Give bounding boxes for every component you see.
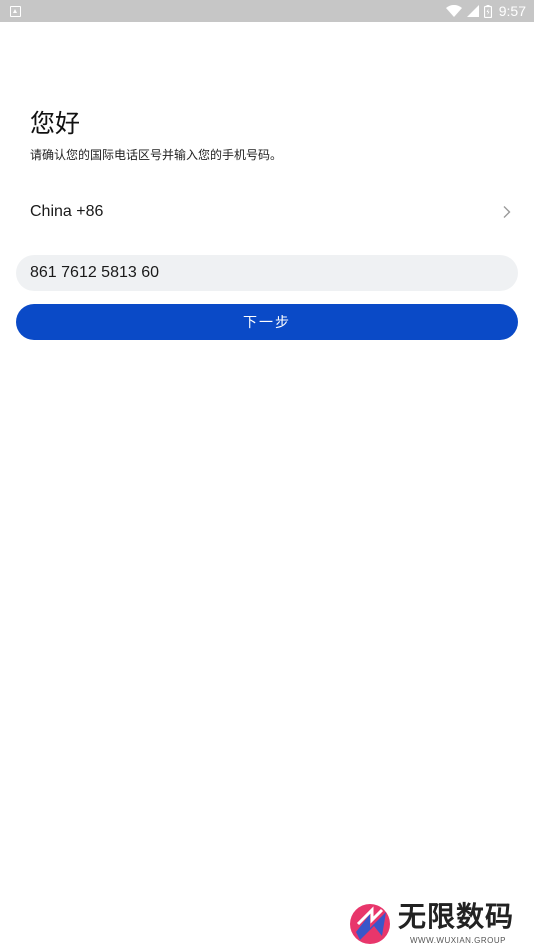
notification-icon [10,5,21,17]
status-bar: 9:57 [0,0,534,22]
next-step-button[interactable]: 下一步 [16,304,518,340]
watermark: 无限数码 WWW.WUXIAN.GROUP [348,900,528,948]
wifi-icon [445,5,462,17]
page-subtitle: 请确认您的国际电话区号并输入您的手机号码。 [30,148,283,162]
battery-icon [483,4,492,18]
country-code-selector[interactable]: China +86 [16,190,518,234]
watermark-logo-icon [348,902,394,950]
phone-number-input[interactable] [16,255,518,291]
chevron-right-icon [502,205,512,219]
signal-icon [466,5,479,17]
watermark-subtext: WWW.WUXIAN.GROUP [410,936,506,945]
watermark-text: 无限数码 [398,900,515,933]
page-title: 您好 [30,109,81,138]
country-code-label: China +86 [30,203,104,220]
status-clock: 9:57 [498,3,526,19]
